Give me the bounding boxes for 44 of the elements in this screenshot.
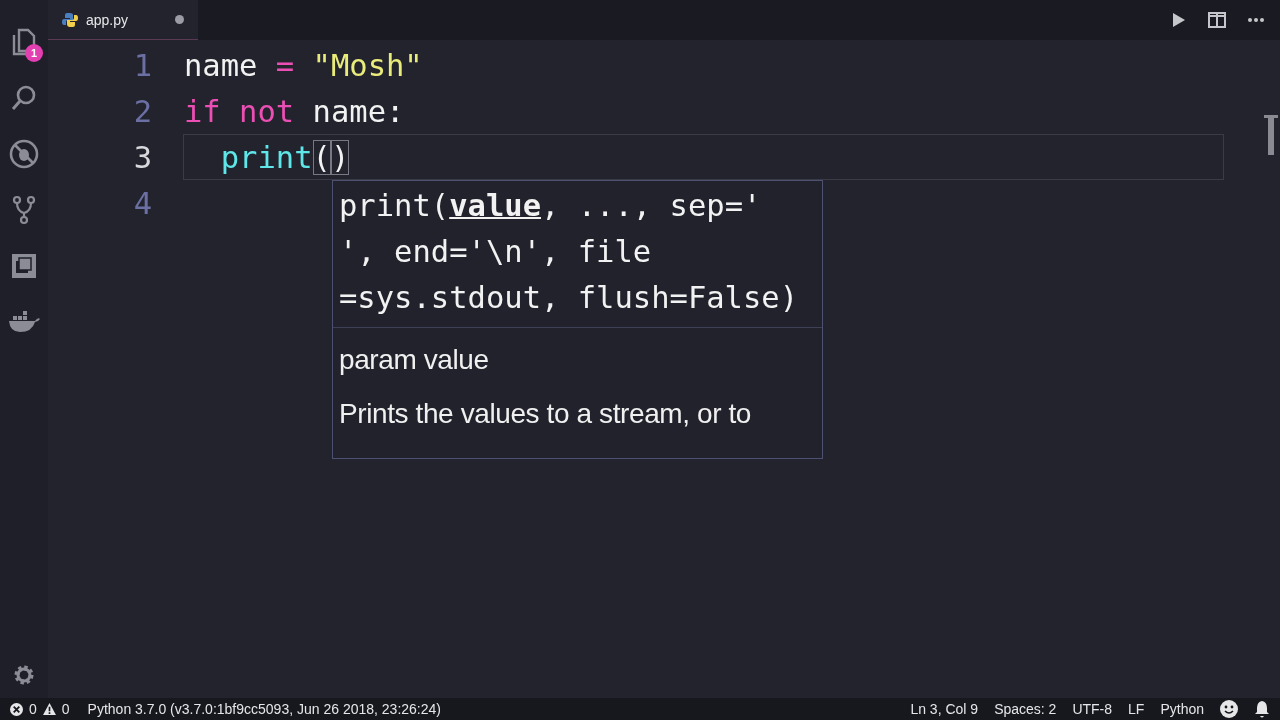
warning-count[interactable]: 0 [61,701,70,717]
status-item[interactable]: Python [1160,701,1204,717]
smiley-icon[interactable] [1220,700,1238,718]
source-control-icon[interactable] [12,195,36,225]
code-token: if [184,93,221,129]
tab-label: app.py [86,11,129,28]
bell-icon[interactable] [1254,700,1270,718]
signature-text: ', end='\n', file [339,233,653,271]
line-number: 2 [132,93,153,129]
run-icon[interactable] [1172,12,1186,28]
status-item[interactable]: Spaces: 2 [994,701,1057,717]
notification-badge: 1 [25,44,43,62]
interpreter-label[interactable]: Python 3.7.0 (v3.7.0:1bf9cc5093, Jun 26 2018, 23:26:24) [87,701,441,717]
status-item[interactable]: LF [1128,701,1145,717]
error-count[interactable]: 0 [29,701,37,717]
split-editor-icon[interactable] [1208,12,1226,28]
signature-text: print(value, ..., sep=' [339,187,763,225]
code-token: not [238,93,295,129]
code-token: print [219,139,313,175]
files-icon[interactable] [11,27,37,57]
whale-icon[interactable] [8,311,40,333]
settings-icon[interactable] [12,663,36,687]
status-item[interactable]: Ln 3, Col 9 [910,701,979,717]
code-token: = [274,47,295,83]
doc-text: Prints the values to a stream, or to [338,397,752,430]
line-number: 4 [132,185,153,221]
line-number: 3 [132,139,153,175]
search-icon[interactable] [10,84,38,112]
code-token: name [184,47,258,83]
matched-bracket: ( [312,139,331,175]
signature-text: =sys.stdout, flush=False) [339,279,800,317]
warning-icon[interactable] [42,703,56,715]
matched-bracket: ) [330,139,350,175]
code-token: "Mosh" [311,47,423,83]
error-icon[interactable] [10,702,23,716]
status-item[interactable]: UTF-8 [1072,701,1113,717]
param-name: param value [338,343,490,376]
extensions-icon[interactable] [11,253,37,279]
more-icon[interactable] [1248,18,1264,22]
no-bug-icon[interactable] [9,139,39,169]
code-token: name: [311,93,405,129]
python-icon [62,11,78,28]
editor-tab[interactable]: app.py [48,0,198,40]
line-number: 1 [132,47,153,83]
